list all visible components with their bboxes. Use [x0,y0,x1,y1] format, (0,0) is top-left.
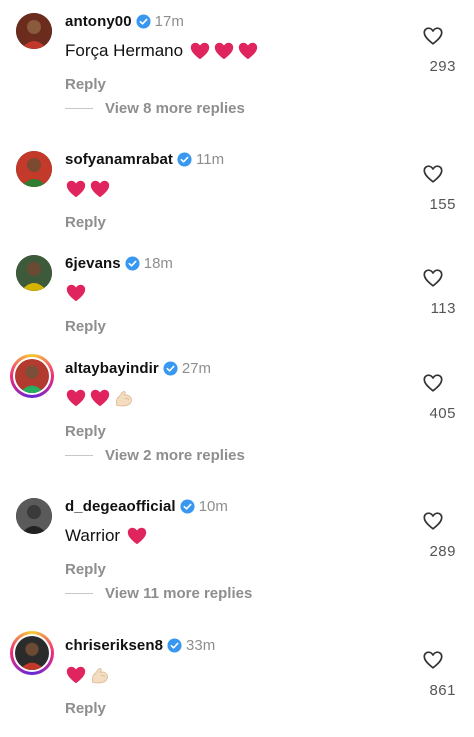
reply-button[interactable]: Reply [65,561,106,578]
comment-time: 11m [196,150,225,168]
view-more-replies-button[interactable]: View 8 more replies [65,98,365,118]
comments-list: antony00 17m Força Hermano Reply 293 Vie… [0,0,474,717]
like-heart-icon[interactable] [422,372,444,394]
like-heart-icon[interactable] [422,163,444,185]
avatar [15,359,49,393]
red-heart-emoji-icon [89,387,111,409]
comment-username[interactable]: sofyanamrabat [65,151,173,168]
like-block: 289 [400,510,456,574]
reply-button[interactable]: Reply [65,700,106,717]
view-more-replies-button[interactable]: View 2 more replies [65,445,365,465]
verified-badge-icon [177,151,192,167]
flexed-biceps-emoji-icon [113,387,135,409]
verified-badge-icon [167,637,182,653]
like-heart-icon[interactable] [422,25,444,47]
comment-item: chriseriksen8 33m Reply 861 [0,631,474,737]
comment-time: 33m [186,636,216,654]
comment-username[interactable]: d_degeaofficial [65,498,176,515]
like-block: 155 [400,163,456,227]
red-heart-emoji-icon [126,525,148,547]
red-heart-emoji-icon [89,178,111,200]
reply-button[interactable]: Reply [65,423,106,440]
like-heart-icon[interactable] [422,649,444,671]
comment-username[interactable]: 6jevans [65,255,121,272]
red-heart-emoji-icon [65,664,87,686]
like-block: 293 [400,25,456,89]
comment-username[interactable]: chriseriksen8 [65,637,163,654]
like-count: 113 [430,300,456,317]
verified-badge-icon [163,360,178,376]
avatar[interactable] [16,498,52,534]
like-count: 293 [429,58,456,75]
comment-text: Força Hermano [65,41,184,60]
red-heart-emoji-icon [237,40,259,62]
like-count: 289 [429,543,456,560]
divider-line [65,592,93,594]
comment-username[interactable]: altaybayindir [65,360,159,377]
view-replies-label[interactable]: View 8 more replies [105,100,245,117]
view-replies-label[interactable]: View 2 more replies [105,447,245,464]
like-heart-icon[interactable] [422,510,444,532]
avatar [15,636,49,670]
avatar-story-ring[interactable] [10,631,54,675]
like-count: 155 [429,196,456,213]
like-heart-icon[interactable] [422,267,444,289]
comment-time: 10m [198,497,228,515]
comment-time: 17m [154,12,184,30]
reply-button[interactable]: Reply [65,76,106,93]
like-block: 405 [400,372,456,436]
view-more-replies-button[interactable]: View 11 more replies [65,583,365,603]
red-heart-emoji-icon [189,40,211,62]
flexed-biceps-emoji-icon [89,664,111,686]
like-count: 405 [429,405,456,422]
view-replies-label[interactable]: View 11 more replies [105,585,252,602]
comment-time: 18m [143,254,173,272]
comment-item: sofyanamrabat 11m Reply 155 [0,151,474,251]
verified-badge-icon [125,255,140,271]
comment-item: 6jevans 18m Reply 113 [0,255,474,355]
verified-badge-icon [136,13,151,29]
avatar[interactable] [16,151,52,187]
like-block: 861 [400,649,456,713]
avatar[interactable] [16,255,52,291]
red-heart-emoji-icon [65,282,87,304]
like-count: 861 [429,682,456,699]
comment-time: 27m [181,359,212,377]
comment-username[interactable]: antony00 [65,13,132,30]
comment-text: Warrior [65,526,121,545]
divider-line [65,454,93,456]
red-heart-emoji-icon [65,387,87,409]
reply-button[interactable]: Reply [65,214,106,231]
reply-button[interactable]: Reply [65,318,106,335]
divider-line [65,107,93,109]
avatar-story-ring[interactable] [10,354,54,398]
red-heart-emoji-icon [213,40,235,62]
red-heart-emoji-icon [65,178,87,200]
verified-badge-icon [180,498,195,514]
like-block: 113 [400,267,456,331]
avatar[interactable] [16,13,52,49]
